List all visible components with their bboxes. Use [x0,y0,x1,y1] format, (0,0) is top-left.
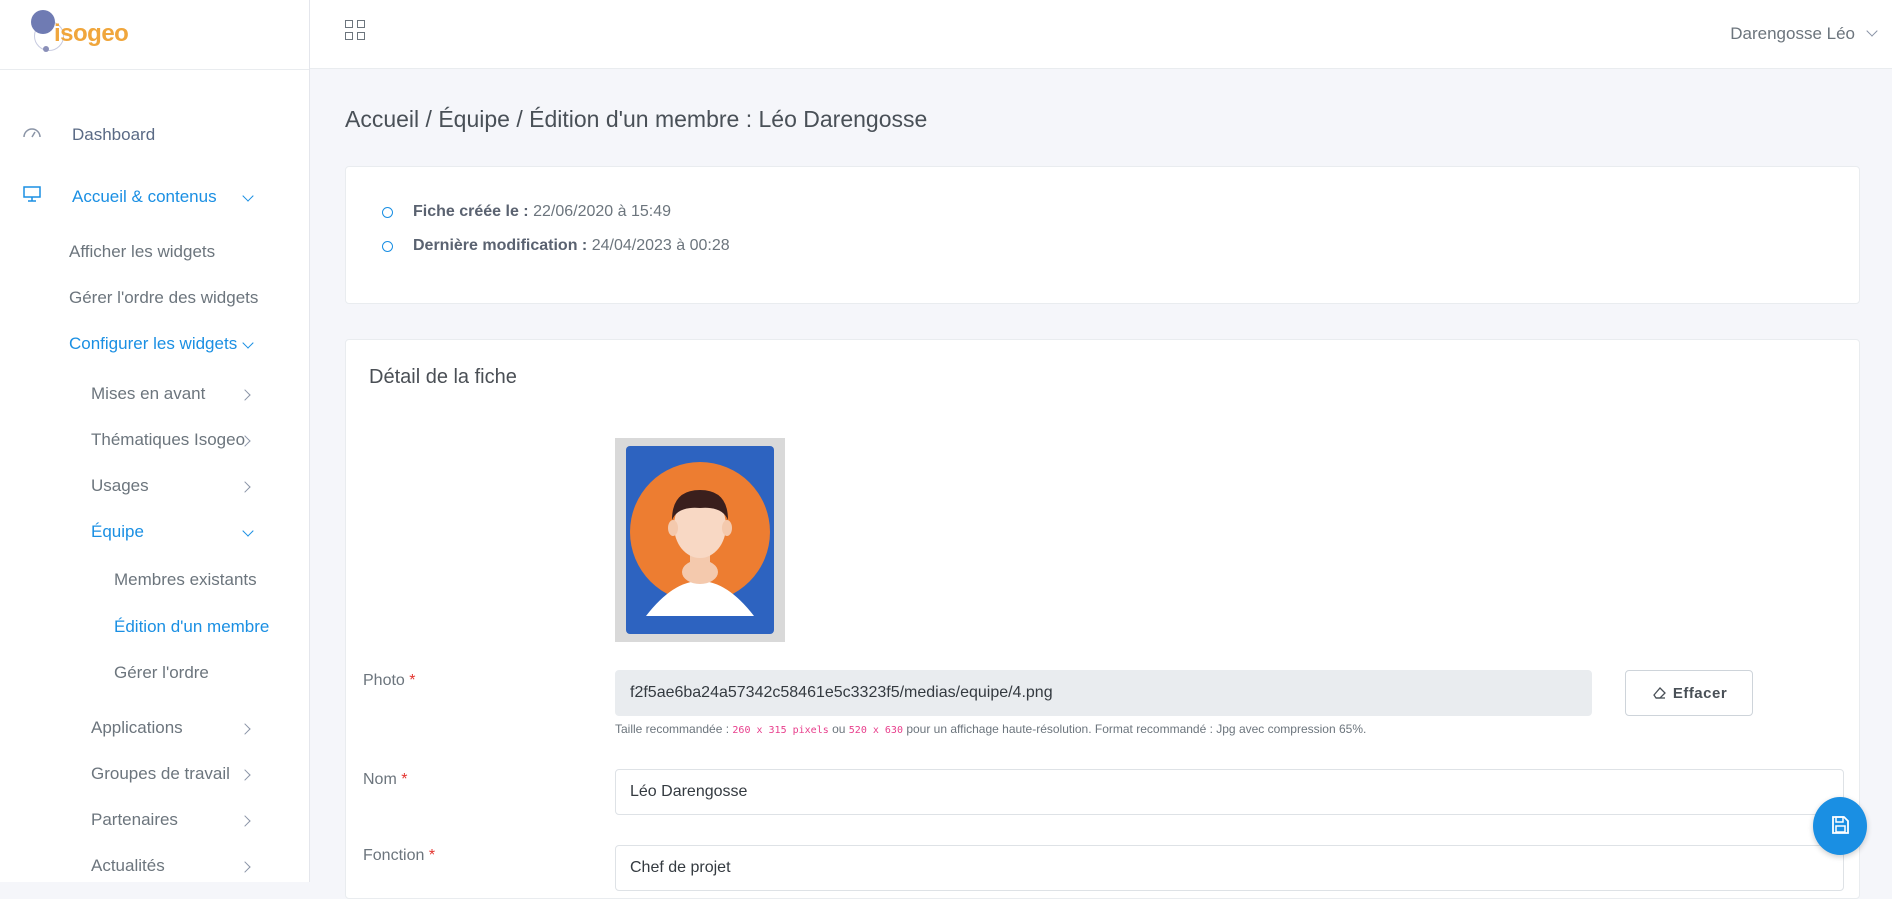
sidebar-item-gerer-ordre-widgets[interactable]: Gérer l'ordre des widgets [69,288,258,308]
sidebar-item-mises-en-avant[interactable]: Mises en avant [91,384,205,404]
chevron-right-icon [239,815,251,827]
photo-path-input[interactable]: f2f5ae6ba24a57342c58461e5c3323f5/medias/… [615,670,1592,716]
created-info: Fiche créée le : 22/06/2020 à 15:49 [413,203,671,221]
sidebar-item-actualites[interactable]: Actualités [91,856,165,876]
help-or: ou [832,722,846,736]
timeline-dot [382,207,393,218]
photo-help-text: Taille recommandée : 260 x 315 pixels ou… [615,722,1366,736]
topbar: Darengosse Léo [310,0,1892,69]
chevron-down-icon [242,525,254,537]
required-mark: * [409,672,416,689]
sidebar-item-equipe[interactable]: Équipe [91,522,144,542]
modified-value: 24/04/2023 à 00:28 [591,237,730,254]
photo-label-text: Photo [363,672,405,689]
sidebar-item-partenaires[interactable]: Partenaires [91,810,178,830]
chevron-right-icon [239,861,251,873]
help-suffix: pour un affichage haute-résolution. Form… [906,722,1367,736]
name-input[interactable]: Léo Darengosse [615,769,1844,815]
help-size-1: 260 x 315 pixels [732,725,829,736]
sidebar: isogeo Dashboard Accueil & contenus Affi… [0,0,310,882]
logo[interactable]: isogeo [0,0,309,70]
sidebar-item-afficher-widgets[interactable]: Afficher les widgets [69,242,215,262]
created-value: 22/06/2020 à 15:49 [533,203,671,220]
clear-button-label: Effacer [1672,684,1728,702]
card-title: Détail de la fiche [369,366,517,388]
sidebar-item-accueil[interactable]: Accueil & contenus [72,187,217,207]
user-menu[interactable]: Darengosse Léo [1730,24,1855,44]
name-label: Nom * [363,771,407,789]
photo-label: Photo * [363,672,416,690]
chevron-down-icon [242,337,254,349]
sidebar-item-groupes-travail[interactable]: Groupes de travail [91,764,230,784]
help-prefix: Taille recommandée : [615,722,730,736]
chevron-right-icon [239,481,251,493]
sidebar-item-membres-existants[interactable]: Membres existants [114,570,257,590]
function-label-text: Fonction [363,847,425,864]
sidebar-item-applications[interactable]: Applications [91,718,183,738]
detail-card: Détail de la fiche Photo * f2f5ae6ba24a5… [345,339,1860,899]
chevron-down-icon [242,190,254,202]
chevron-down-icon [1866,25,1878,37]
function-label: Fonction * [363,847,435,865]
sidebar-item-gerer-ordre[interactable]: Gérer l'ordre [114,663,209,683]
modified-label: Dernière modification : [413,237,588,254]
logo-ball [31,10,55,34]
page-title: Accueil / Équipe / Édition d'un membre :… [345,106,928,132]
eraser-icon [1652,686,1666,699]
chevron-right-icon [239,769,251,781]
grid-icon[interactable] [345,20,367,42]
avatar-illustration [630,462,770,616]
save-button[interactable] [1813,797,1867,855]
chevron-right-icon [239,389,251,401]
modified-info: Dernière modification : 24/04/2023 à 00:… [413,237,730,255]
timeline-dot [382,241,393,252]
save-icon [1832,815,1849,834]
chevron-right-icon [239,723,251,735]
avatar [626,446,774,634]
required-mark: * [401,771,408,788]
sidebar-item-thematiques[interactable]: Thématiques Isogeo [91,430,245,450]
presentation-icon [23,186,41,202]
required-mark: * [428,847,436,864]
created-label: Fiche créée le : [413,203,529,220]
sidebar-item-usages[interactable]: Usages [91,476,149,496]
photo-preview [615,438,785,642]
record-info-card: Fiche créée le : 22/06/2020 à 15:49 Dern… [345,166,1860,304]
logo-dot [43,46,49,52]
sidebar-item-edition-membre[interactable]: Édition d'un membre [114,617,269,637]
function-input[interactable]: Chef de projet [615,845,1844,891]
sidebar-item-configurer-widgets[interactable]: Configurer les widgets [69,334,237,354]
logo-text: isogeo [54,20,129,47]
name-label-text: Nom [363,771,397,788]
clear-button[interactable]: Effacer [1625,670,1753,716]
sidebar-item-dashboard[interactable]: Dashboard [72,125,155,145]
help-size-2: 520 x 630 [848,725,903,736]
gauge-icon [23,128,41,138]
